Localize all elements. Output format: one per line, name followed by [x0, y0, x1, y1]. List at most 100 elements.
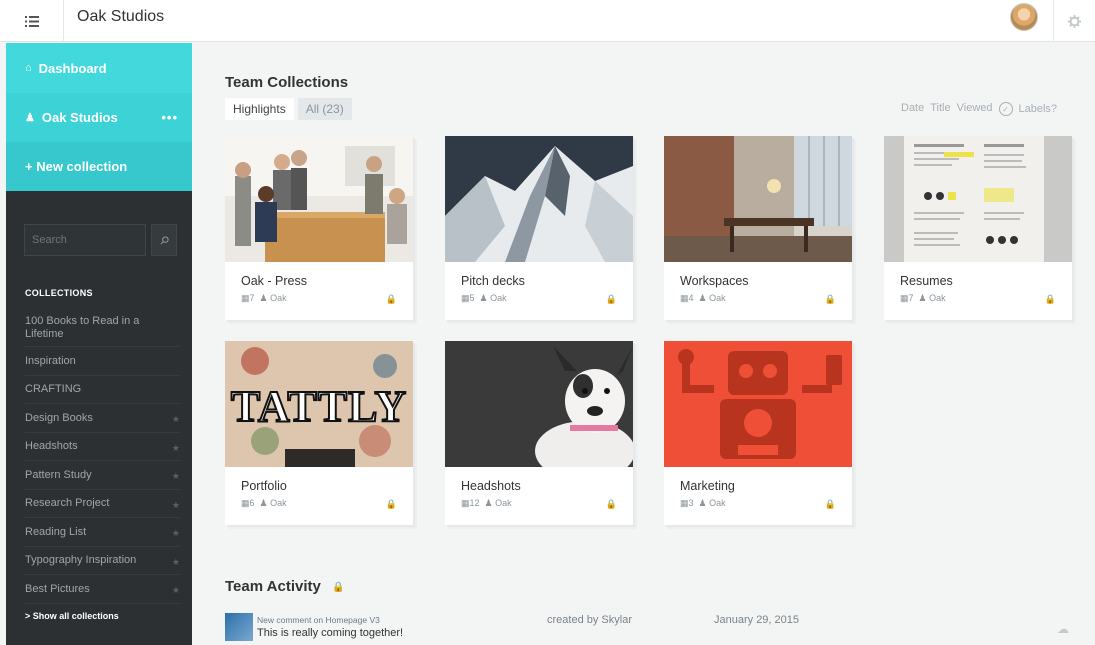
collection-card[interactable]: Resumes ▦7 ♟ Oak 🔒: [884, 136, 1072, 320]
item-count: 4: [688, 293, 694, 303]
collection-card[interactable]: Workspaces ▦4 ♟ Oak 🔒: [664, 136, 852, 320]
list-item[interactable]: Pattern Study ★: [25, 461, 180, 490]
sort-date[interactable]: Date: [901, 102, 924, 116]
sidebar-item-organization[interactable]: ♟ Oak Studios •••: [6, 93, 192, 142]
list-item[interactable]: CRAFTING: [25, 376, 180, 404]
collection-meta: ▦12 ♟ Oak: [461, 498, 512, 509]
lock-icon: 🔒: [385, 499, 397, 509]
collection-label: Inspiration: [25, 354, 76, 367]
activity-date: January 29, 2015: [714, 614, 800, 626]
user-icon: ♟: [484, 498, 493, 508]
list-item[interactable]: Headshots ★: [25, 433, 180, 461]
list-item[interactable]: Best Pictures ★: [25, 575, 180, 604]
team-photo-image: [225, 136, 413, 262]
activity-text: This is really coming together!: [257, 627, 404, 639]
star-icon[interactable]: ★: [172, 414, 180, 425]
collection-meta: ▦7 ♟ Oak: [241, 293, 287, 304]
star-icon[interactable]: ★: [172, 443, 180, 454]
collection-card[interactable]: Oak - Press ▦7 ♟ Oak 🔒: [225, 136, 413, 320]
collection-card[interactable]: TATTLY Portfolio ▦6 ♟ Oak 🔒: [225, 341, 413, 525]
top-bar: Oak Studios: [0, 0, 1095, 42]
collection-card[interactable]: Marketing ▦3 ♟ Oak 🔒: [664, 341, 852, 525]
list-menu-icon: [24, 15, 39, 27]
owner-name: Oak: [709, 498, 726, 508]
lock-icon: 🔒: [332, 582, 345, 593]
settings-button[interactable]: [1053, 0, 1095, 42]
activity-heading[interactable]: New comment on Homepage V3: [257, 615, 380, 625]
menu-toggle-button[interactable]: [0, 0, 64, 42]
owner-name: Oak: [495, 498, 512, 508]
collection-thumbnail: [884, 136, 1072, 262]
tab-all[interactable]: All (23): [297, 98, 352, 120]
collection-thumbnail: [664, 341, 852, 467]
list-item[interactable]: Research Project ★: [25, 490, 180, 518]
sidebar-item-dashboard[interactable]: ⌂ Dashboard: [6, 43, 192, 93]
dog-image: [445, 341, 633, 467]
collection-label: Best Pictures: [25, 582, 90, 595]
list-item[interactable]: 100 Books to Read in a Lifetime: [25, 309, 180, 347]
lock-icon: 🔒: [385, 294, 397, 304]
collection-label: Research Project: [25, 497, 110, 510]
collection-thumbnail: [225, 136, 413, 262]
show-all-collections-link[interactable]: > Show all collections: [25, 611, 119, 621]
list-item[interactable]: Reading List ★: [25, 518, 180, 547]
collection-card[interactable]: Headshots ▦12 ♟ Oak 🔒: [445, 341, 633, 525]
collection-name: Oak - Press: [241, 274, 307, 288]
lock-icon: 🔒: [824, 499, 836, 509]
new-collection-button[interactable]: + New collection: [6, 142, 192, 191]
more-options-icon[interactable]: •••: [161, 110, 178, 125]
stack-icon: ▦: [680, 498, 689, 508]
collection-card[interactable]: Pitch decks ▦5 ♟ Oak 🔒: [445, 136, 633, 320]
item-count: 7: [908, 293, 914, 303]
activity-creator: created by Skylar: [547, 614, 632, 626]
owner-name: Oak: [709, 293, 726, 303]
labels-toggle[interactable]: ✓ Labels?: [998, 102, 1064, 116]
check-circle-icon: ✓: [998, 102, 1013, 116]
star-icon[interactable]: ★: [172, 500, 180, 511]
star-icon[interactable]: ★: [172, 557, 180, 568]
sort-title[interactable]: Title: [930, 102, 950, 116]
cloud-icon[interactable]: ☁: [1057, 622, 1069, 636]
collection-meta: ▦5 ♟ Oak: [461, 293, 507, 304]
item-count: 12: [469, 498, 480, 508]
collection-label: Reading List: [25, 525, 87, 538]
app-title: Oak Studios: [77, 8, 165, 25]
lock-icon: 🔒: [605, 294, 617, 304]
owner-name: Oak: [929, 293, 946, 303]
item-count: 3: [688, 498, 694, 508]
sort-viewed[interactable]: Viewed: [957, 102, 993, 116]
user-avatar[interactable]: [1010, 3, 1038, 31]
sidebar-item-label: Dashboard: [38, 60, 107, 76]
sidebar-item-label: Oak Studios: [41, 110, 118, 125]
lock-icon: 🔒: [605, 499, 617, 509]
collection-tabs: Highlights All (23): [225, 98, 352, 120]
star-icon[interactable]: ★: [172, 528, 180, 539]
interior-image: [664, 136, 852, 262]
activity-thumbnail[interactable]: [225, 613, 253, 641]
collection-meta: ▦6 ♟ Oak: [241, 498, 287, 509]
lock-icon: 🔒: [824, 294, 836, 304]
list-item[interactable]: Design Books ★: [25, 404, 180, 433]
user-icon: ♟: [479, 293, 488, 303]
tab-highlights[interactable]: Highlights: [225, 98, 294, 120]
collection-thumbnail: [664, 136, 852, 262]
collection-name: Pitch decks: [461, 274, 525, 288]
star-icon[interactable]: ★: [172, 471, 180, 482]
stack-icon: ▦: [461, 498, 470, 508]
list-item[interactable]: Typography Inspiration ★: [25, 547, 180, 575]
item-count: 5: [469, 293, 475, 303]
robot-image: [664, 341, 852, 467]
search-button[interactable]: [151, 224, 177, 256]
collection-label: Headshots: [25, 440, 78, 453]
sidebar: ⌂ Dashboard ♟ Oak Studios ••• + New coll…: [6, 43, 192, 645]
stack-icon: ▦: [900, 293, 909, 303]
list-item[interactable]: Inspiration: [25, 347, 180, 376]
user-icon: ♟: [259, 293, 268, 303]
collection-name: Workspaces: [680, 274, 749, 288]
tattly-logo-text: TATTLY: [230, 381, 408, 432]
collection-thumbnail: [445, 136, 633, 262]
search-input[interactable]: [24, 224, 146, 256]
stack-icon: ▦: [461, 293, 470, 303]
stack-icon: ▦: [680, 293, 689, 303]
star-icon[interactable]: ★: [172, 585, 180, 596]
